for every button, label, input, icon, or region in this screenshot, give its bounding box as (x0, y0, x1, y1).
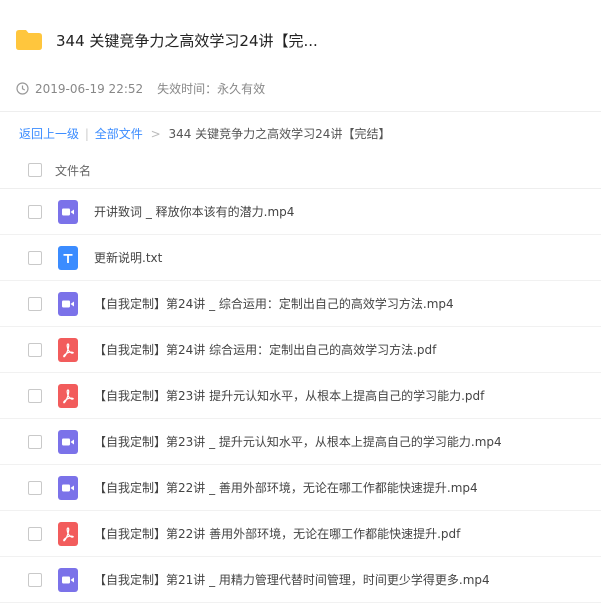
video-icon (58, 199, 78, 224)
file-row[interactable]: 【自我定制】第22讲 _ 善用外部环境，无论在哪工作都能快速提升.mp4 (0, 465, 601, 511)
share-meta: 2019-06-19 22:52 失效时间：永久有效 (16, 80, 265, 97)
filename-column-header: 文件名 (55, 163, 92, 178)
file-checkbox[interactable] (28, 250, 42, 265)
file-checkbox[interactable] (28, 296, 42, 311)
file-name[interactable]: 【自我定制】第22讲 _ 善用外部环境，无论在哪工作都能快速提升.mp4 (94, 479, 478, 496)
file-row[interactable]: 【自我定制】第24讲 综合运用：定制出自己的高效学习方法.pdf (0, 327, 601, 373)
breadcrumb: 返回上一级 | 全部文件 > 344 关键竞争力之高效学习24讲【完结】 (19, 125, 390, 142)
file-checkbox[interactable] (28, 480, 42, 495)
file-name[interactable]: 【自我定制】第24讲 _ 综合运用：定制出自己的高效学习方法.mp4 (94, 295, 454, 312)
share-date: 2019-06-19 22:52 (35, 81, 144, 96)
file-row[interactable]: 【自我定制】第21讲 _ 用精力管理代替时间管理，时间更少学得更多.mp4 (0, 557, 601, 603)
folder-title: 344 关键竞争力之高效学习24讲【完... (56, 32, 318, 50)
expiry-text: 失效时间：永久有效 (157, 82, 266, 96)
file-row[interactable]: 【自我定制】第22讲 善用外部环境，无论在哪工作都能快速提升.pdf (0, 511, 601, 557)
video-icon (58, 567, 78, 592)
file-name[interactable]: 【自我定制】第23讲 _ 提升元认知水平，从根本上提高自己的学习能力.mp4 (94, 433, 502, 450)
file-name[interactable]: 更新说明.txt (94, 249, 162, 266)
file-name[interactable]: 【自我定制】第22讲 善用外部环境，无论在哪工作都能快速提升.pdf (94, 525, 460, 542)
video-icon (58, 429, 78, 454)
select-all-checkbox[interactable] (28, 163, 42, 177)
file-checkbox[interactable] (28, 342, 42, 357)
pdf-icon (58, 521, 78, 546)
file-name[interactable]: 【自我定制】第23讲 提升元认知水平，从根本上提高自己的学习能力.pdf (94, 387, 484, 404)
video-icon (58, 291, 78, 316)
file-row[interactable]: 开讲致词 _ 释放你本该有的潜力.mp4 (0, 189, 601, 235)
pdf-icon (58, 383, 78, 408)
list-header: 文件名 (0, 152, 601, 189)
folder-icon (16, 30, 42, 50)
breadcrumb-current: 344 关键竞争力之高效学习24讲【完结】 (168, 127, 391, 141)
file-row[interactable]: 【自我定制】第23讲 _ 提升元认知水平，从根本上提高自己的学习能力.mp4 (0, 419, 601, 465)
header-divider (0, 111, 601, 112)
pdf-icon (58, 337, 78, 362)
back-link[interactable]: 返回上一级 (19, 127, 79, 141)
file-list: 文件名 开讲致词 _ 释放你本该有的潜力.mp4 更新说明.txt 【自我定制】第2… (0, 152, 601, 603)
file-row[interactable]: 【自我定制】第24讲 _ 综合运用：定制出自己的高效学习方法.mp4 (0, 281, 601, 327)
file-checkbox[interactable] (28, 388, 42, 403)
file-checkbox[interactable] (28, 204, 42, 219)
file-name[interactable]: 开讲致词 _ 释放你本该有的潜力.mp4 (94, 203, 294, 220)
breadcrumb-divider: | (84, 127, 89, 141)
file-checkbox[interactable] (28, 434, 42, 449)
share-header: 344 关键竞争力之高效学习24讲【完... (0, 0, 601, 78)
video-icon (58, 475, 78, 500)
file-name[interactable]: 【自我定制】第24讲 综合运用：定制出自己的高效学习方法.pdf (94, 341, 436, 358)
file-name[interactable]: 【自我定制】第21讲 _ 用精力管理代替时间管理，时间更少学得更多.mp4 (94, 571, 490, 588)
clock-icon (16, 82, 29, 95)
file-row[interactable]: 更新说明.txt (0, 235, 601, 281)
file-checkbox[interactable] (28, 572, 42, 587)
all-files-link[interactable]: 全部文件 (95, 127, 143, 141)
text-icon (58, 245, 78, 270)
breadcrumb-arrow: > (150, 127, 161, 141)
file-checkbox[interactable] (28, 526, 42, 541)
file-row[interactable]: 【自我定制】第23讲 提升元认知水平，从根本上提高自己的学习能力.pdf (0, 373, 601, 419)
